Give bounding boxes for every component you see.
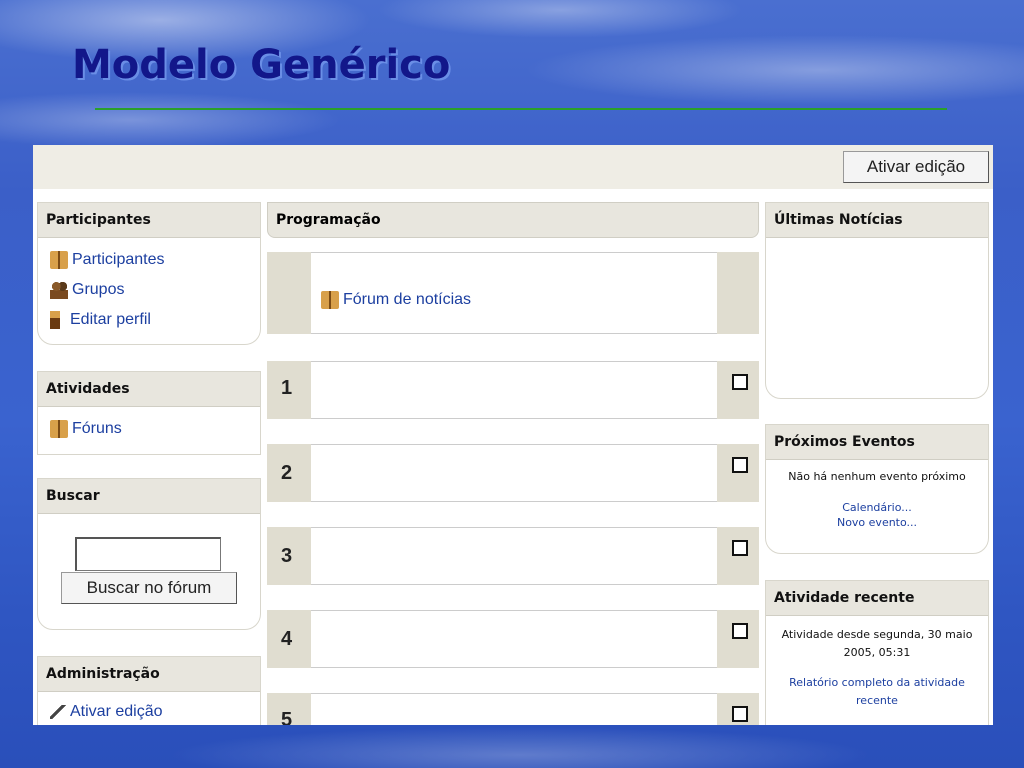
participants-link[interactable]: Participantes: [72, 251, 165, 269]
section-number: 2: [281, 462, 293, 484]
new-event-link[interactable]: Novo evento...: [766, 516, 988, 529]
participants-icon: [50, 251, 68, 269]
section-5: 5: [267, 693, 759, 725]
recent-activity-block: Atividade recente Atividade desde segund…: [765, 580, 989, 725]
enable-editing-button[interactable]: Ativar edição: [843, 151, 989, 183]
title-underline: [95, 108, 947, 110]
section-number: 3: [281, 545, 293, 567]
section-number: 1: [281, 377, 293, 399]
admin-enable-editing-link[interactable]: Ativar edição: [70, 703, 163, 721]
section-3: 3: [267, 527, 759, 585]
section-checkbox[interactable]: [732, 457, 748, 473]
recent-activity-since: Atividade desde segunda, 30 maio 2005, 0…: [781, 628, 973, 659]
edit-profile-link-row[interactable]: Editar perfil: [50, 311, 151, 329]
section-checkbox[interactable]: [732, 540, 748, 556]
news-forum-link[interactable]: Fórum de notícias: [343, 291, 471, 309]
news-forum-link-row[interactable]: Fórum de notícias: [321, 291, 471, 309]
section-checkbox[interactable]: [732, 706, 748, 722]
latest-news-title: Últimas Notícias: [766, 203, 988, 238]
participants-link-row[interactable]: Participantes: [50, 251, 165, 269]
program-title: Programação: [267, 202, 759, 238]
calendar-link[interactable]: Calendário...: [766, 501, 988, 514]
activities-block: Atividades Fóruns: [37, 371, 261, 455]
course-topbar: Ativar edição: [33, 145, 993, 189]
groups-link[interactable]: Grupos: [72, 281, 124, 299]
recent-activity-title: Atividade recente: [766, 581, 988, 616]
section-4: 4: [267, 610, 759, 668]
upcoming-events-block: Próximos Eventos Não há nenhum evento pr…: [765, 424, 989, 554]
forums-link-row[interactable]: Fóruns: [50, 420, 122, 438]
forum-icon: [50, 420, 68, 438]
search-forum-input[interactable]: [75, 537, 221, 571]
section-checkbox[interactable]: [732, 374, 748, 390]
activities-block-title: Atividades: [38, 372, 260, 407]
edit-pencil-icon: [50, 705, 66, 719]
edit-profile-icon: [50, 311, 60, 329]
search-forum-button[interactable]: Buscar no fórum: [61, 572, 237, 604]
groups-link-row[interactable]: Grupos: [50, 281, 124, 299]
upcoming-events-title: Próximos Eventos: [766, 425, 988, 460]
full-report-link[interactable]: Relatório completo da atividade recente: [774, 674, 980, 710]
admin-block: Administração Ativar edição: [37, 656, 261, 725]
latest-news-block: Últimas Notícias: [765, 202, 989, 399]
slide-title: Modelo Genérico: [72, 42, 451, 88]
section-number: 5: [281, 709, 293, 725]
section-number: 4: [281, 628, 293, 650]
edit-profile-link[interactable]: Editar perfil: [70, 311, 151, 329]
admin-enable-editing-row[interactable]: Ativar edição: [50, 703, 163, 721]
moodle-course-screenshot: Ativar edição Participantes Participante…: [33, 145, 993, 725]
section-1: 1: [267, 361, 759, 419]
forum-icon: [321, 291, 339, 309]
groups-icon: [50, 281, 68, 299]
no-events-text: Não há nenhum evento próximo: [788, 470, 966, 483]
participants-block: Participantes Participantes Grupos Edita…: [37, 202, 261, 345]
section-checkbox[interactable]: [732, 623, 748, 639]
section-2: 2: [267, 444, 759, 502]
forums-link[interactable]: Fóruns: [72, 420, 122, 438]
section-news: Fórum de notícias: [267, 252, 759, 334]
participants-block-title: Participantes: [38, 203, 260, 238]
admin-block-title: Administração: [38, 657, 260, 692]
search-block-title: Buscar: [38, 479, 260, 514]
